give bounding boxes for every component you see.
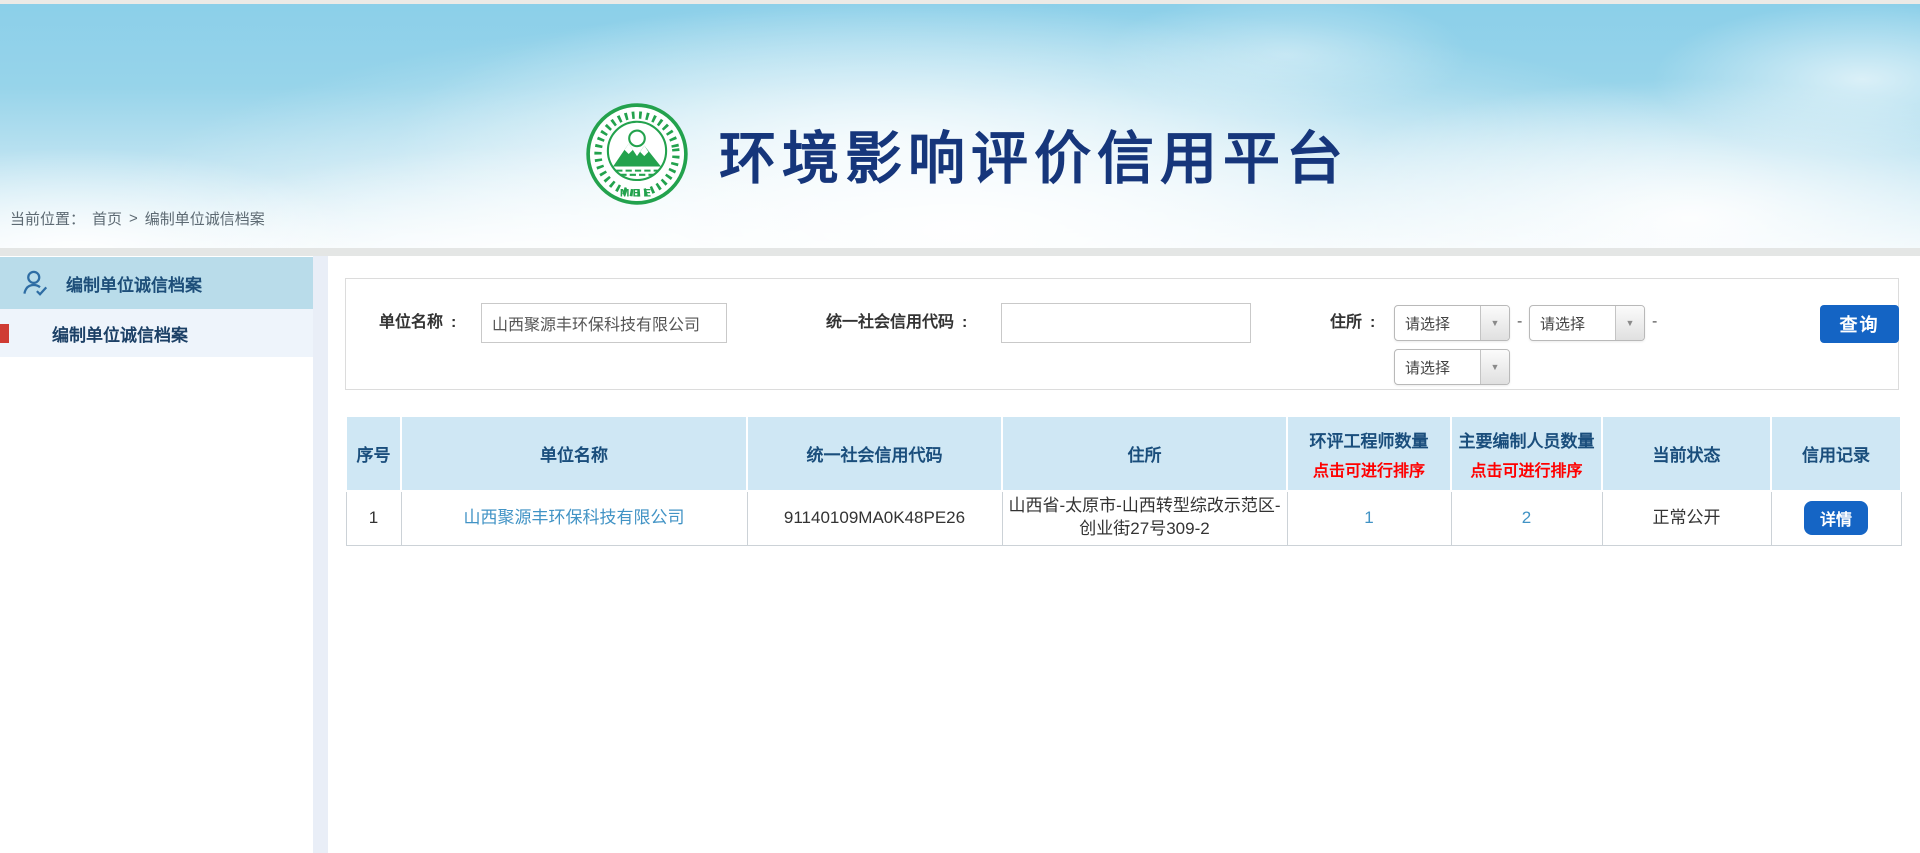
chevron-down-icon: ▼ — [1480, 350, 1509, 384]
col-header-company: 单位名称 — [401, 416, 747, 491]
address-dash: - — [1517, 305, 1522, 341]
page-root: MEE 环境影响评价信用平台 当前位置： 首页 > 编制单位诚信档案 编制单位诚… — [0, 0, 1920, 853]
col-header-address: 住所 — [1002, 416, 1287, 491]
search-panel: 单位名称: 统一社会信用代码: 住所: 请选择 ▼ - 请选择 ▼ - 请选择 … — [345, 278, 1899, 390]
person-check-icon — [20, 268, 50, 298]
top-strip — [0, 0, 1920, 4]
editor-count-link[interactable]: 2 — [1522, 508, 1531, 527]
breadcrumb-home-link[interactable]: 首页 — [92, 208, 122, 229]
col-header-editor-count-sort[interactable]: 主要编制人员数量 点击可进行排序 — [1451, 416, 1602, 491]
district-select[interactable]: 请选择 ▼ — [1394, 349, 1510, 385]
col-header-credit-record: 信用记录 — [1771, 416, 1901, 491]
col-header-engineer-count-sort[interactable]: 环评工程师数量 点击可进行排序 — [1287, 416, 1451, 491]
sidebar-section-label: 编制单位诚信档案 — [66, 271, 202, 296]
sidebar-item-label: 编制单位诚信档案 — [52, 321, 188, 346]
company-link[interactable]: 山西聚源丰环保科技有限公司 — [464, 508, 685, 527]
address-dash: - — [1652, 305, 1657, 341]
credit-code-label: 统一社会信用代码: — [826, 303, 967, 343]
detail-button[interactable]: 详情 — [1804, 501, 1868, 535]
chevron-down-icon: ▼ — [1615, 306, 1644, 340]
address-label: 住所: — [1330, 303, 1375, 343]
district-select-value: 请选择 — [1395, 357, 1450, 378]
divider-band — [0, 248, 1920, 256]
sort-hint: 点击可进行排序 — [1292, 457, 1446, 481]
site-title: 环境影响评价信用平台 — [719, 113, 1349, 195]
province-select-value: 请选择 — [1395, 313, 1450, 334]
city-select[interactable]: 请选择 ▼ — [1529, 305, 1645, 341]
sidebar-item-credit-archive[interactable]: 编制单位诚信档案 — [0, 309, 313, 357]
cell-credit-code: 91140109MA0K48PE26 — [747, 491, 1002, 545]
cell-address: 山西省-太原市-山西转型综改示范区-创业街27号309-2 — [1002, 491, 1287, 545]
sky-banner: MEE 环境影响评价信用平台 当前位置： 首页 > 编制单位诚信档案 — [0, 0, 1920, 248]
credit-code-input[interactable] — [1001, 303, 1251, 343]
search-button[interactable]: 查询 — [1820, 305, 1899, 343]
brand-block: MEE 环境影响评价信用平台 — [585, 102, 1349, 206]
col-header-credit-code: 统一社会信用代码 — [747, 416, 1002, 491]
engineer-count-link[interactable]: 1 — [1364, 508, 1373, 527]
city-select-value: 请选择 — [1530, 313, 1585, 334]
breadcrumb-separator: > — [129, 210, 138, 227]
result-table: 序号 单位名称 统一社会信用代码 住所 环评工程师数量 点击可进行排序 主要编制… — [345, 415, 1902, 546]
cell-index: 1 — [346, 491, 401, 545]
col-header-status: 当前状态 — [1602, 416, 1771, 491]
company-name-label: 单位名称: — [379, 303, 456, 343]
sidebar-section-credit-archive[interactable]: 编制单位诚信档案 — [0, 257, 313, 309]
breadcrumb: 当前位置： 首页 > 编制单位诚信档案 — [10, 208, 265, 229]
col-header-index: 序号 — [346, 416, 401, 491]
cell-status: 正常公开 — [1602, 491, 1771, 545]
table-row: 1 山西聚源丰环保科技有限公司 91140109MA0K48PE26 山西省-太… — [346, 491, 1901, 545]
province-select[interactable]: 请选择 ▼ — [1394, 305, 1510, 341]
company-name-input[interactable] — [481, 303, 727, 343]
mee-logo-text: MEE — [620, 188, 654, 200]
sort-hint: 点击可进行排序 — [1456, 457, 1597, 481]
breadcrumb-current: 编制单位诚信档案 — [145, 208, 265, 229]
sidebar-gap-strip — [313, 256, 328, 853]
breadcrumb-prefix: 当前位置： — [10, 208, 85, 229]
table-header-row: 序号 单位名称 统一社会信用代码 住所 环评工程师数量 点击可进行排序 主要编制… — [346, 416, 1901, 491]
active-item-marker — [0, 324, 9, 343]
chevron-down-icon: ▼ — [1480, 306, 1509, 340]
mee-logo-icon: MEE — [585, 102, 689, 206]
